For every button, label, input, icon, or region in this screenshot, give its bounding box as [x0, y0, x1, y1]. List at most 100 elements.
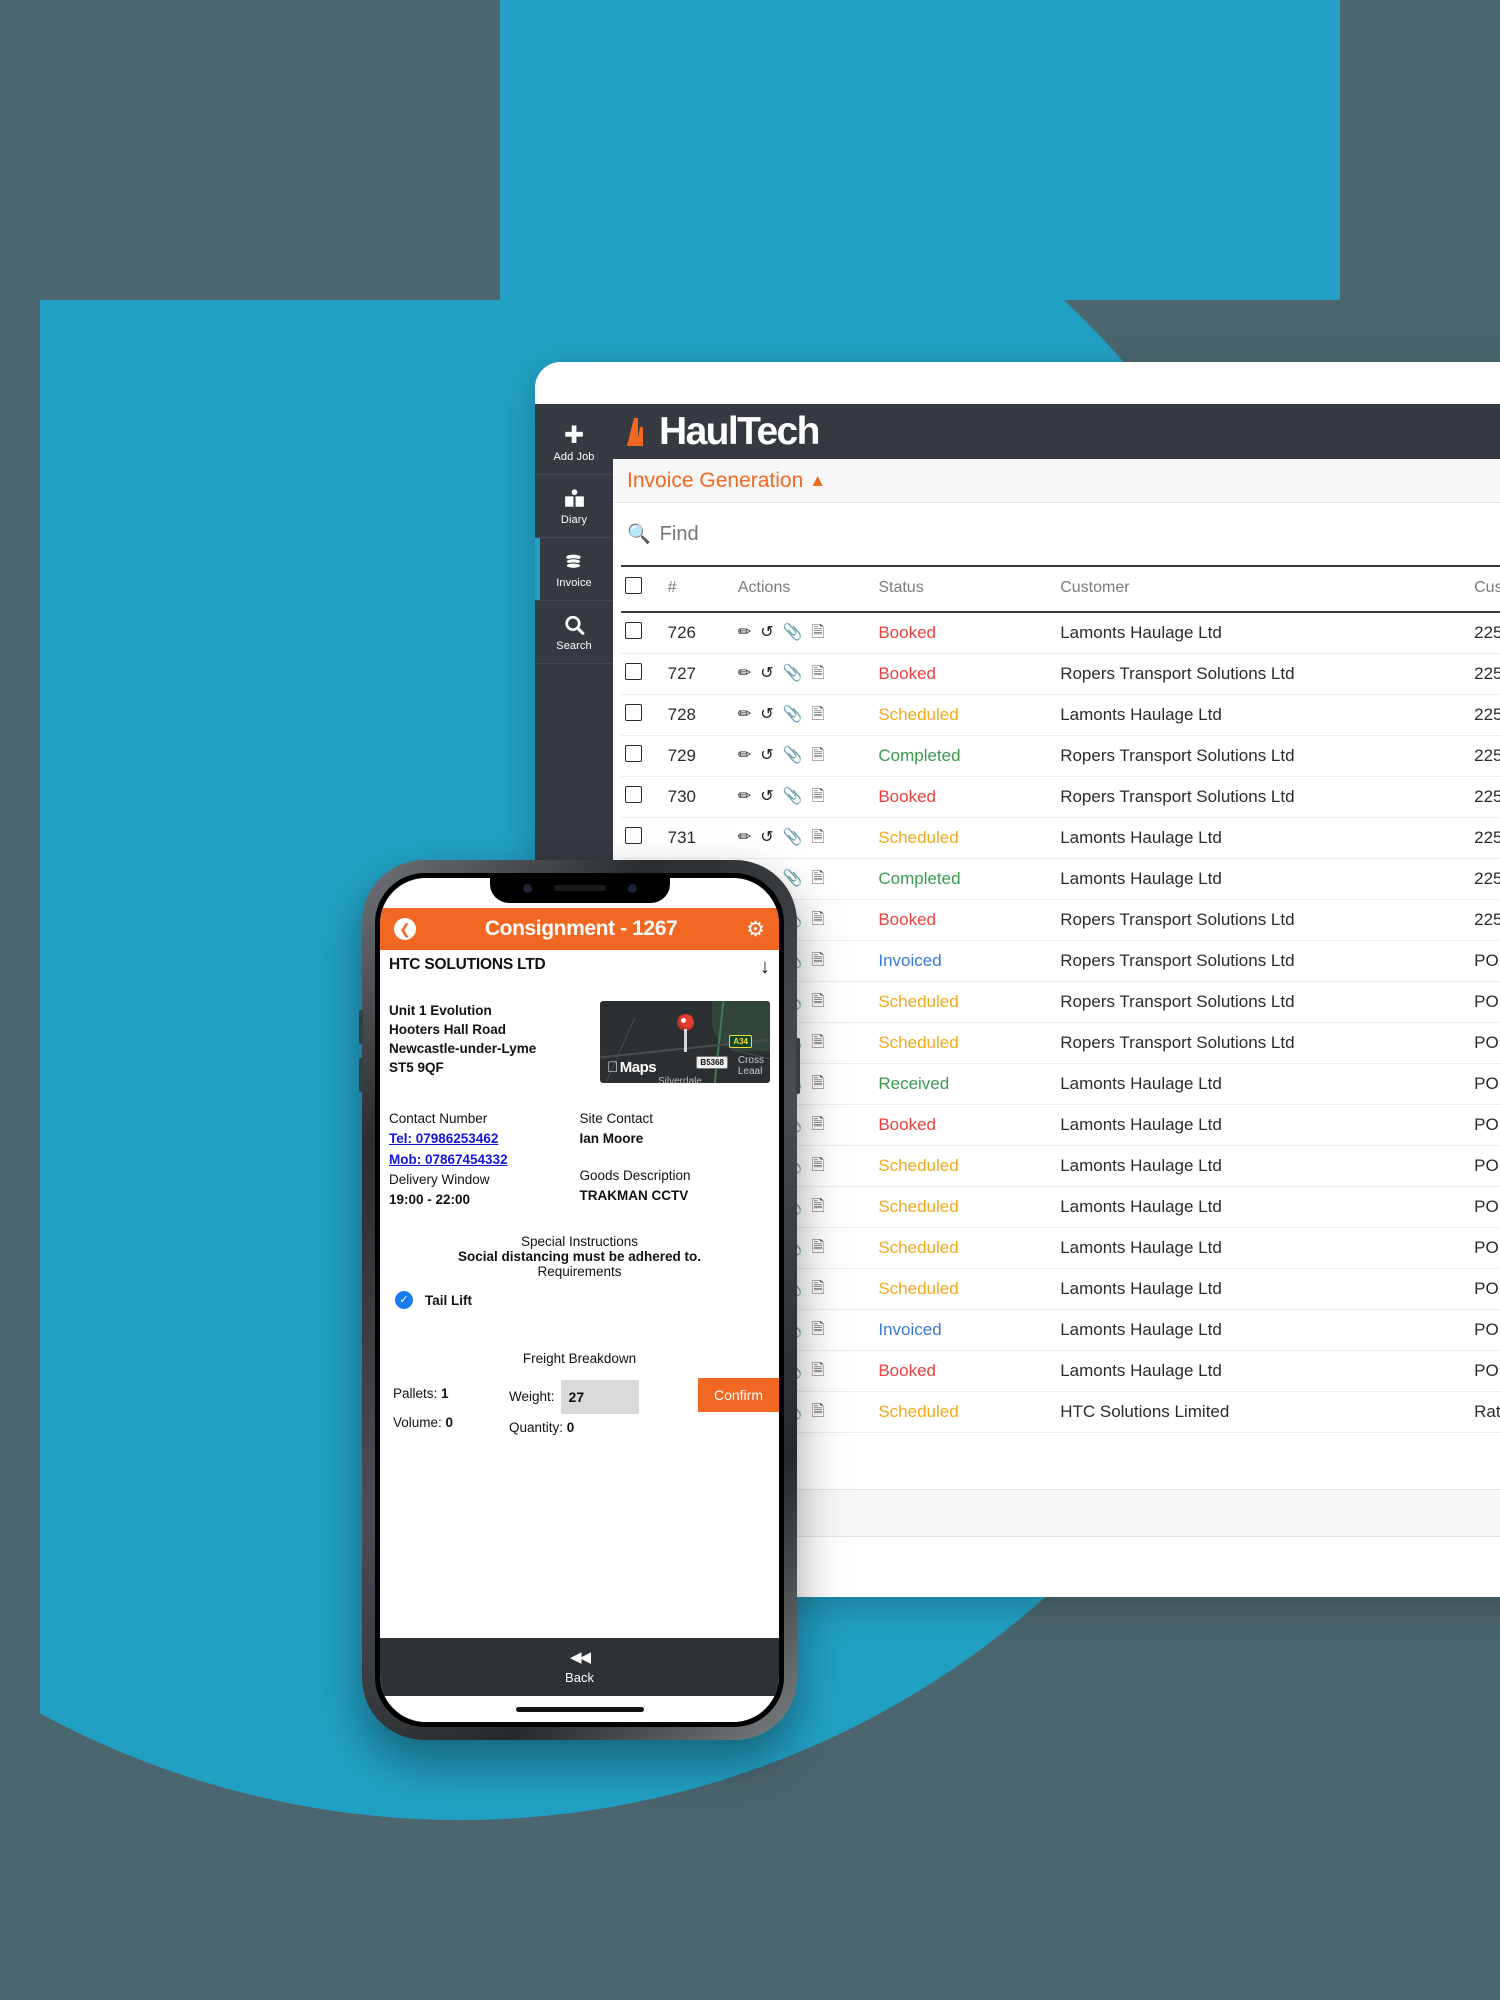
row-select-cell[interactable] [621, 817, 664, 859]
document-icon[interactable]: 🗎 [812, 1240, 825, 1256]
paperclip-icon[interactable]: 📎 [783, 789, 803, 805]
edit-pencil-icon[interactable]: ✏ [738, 789, 751, 805]
document-icon[interactable]: 🗎 [812, 994, 825, 1010]
row-select-cell[interactable] [621, 653, 664, 695]
row-actions[interactable]: ✏ ↺ 📎 🗎 [733, 694, 875, 736]
special-instructions-label: Special Instructions [520, 1234, 639, 1250]
document-icon[interactable]: 🗎 [812, 871, 825, 887]
col-select-all[interactable] [621, 565, 664, 613]
status-badge: Scheduled [874, 817, 1057, 859]
row-checkbox[interactable] [625, 622, 642, 639]
document-icon[interactable]: 🗎 [812, 1281, 825, 1297]
paperclip-icon[interactable]: 📎 [783, 748, 803, 764]
row-actions[interactable]: ✏ ↺ 📎 🗎 [733, 612, 875, 654]
sidebar-item-invoice[interactable]: Invoice [535, 538, 613, 601]
paperclip-icon[interactable]: 📎 [783, 666, 803, 682]
history-icon[interactable]: ↺ [760, 666, 773, 682]
table-row[interactable]: 730 ✏ ↺ 📎 🗎 Booked Ropers Transport Solutions … [621, 776, 1500, 818]
row-checkbox[interactable] [625, 745, 642, 762]
edit-pencil-icon[interactable]: ✏ [738, 748, 751, 764]
row-select-cell[interactable] [621, 776, 664, 818]
sidebar-item-diary[interactable]: Diary [535, 475, 613, 538]
location-map[interactable]: A34 B5368  Maps Silverdale Cross Leaal [600, 1001, 770, 1083]
mob-link[interactable]: Mob: 07867454332 [389, 1150, 580, 1170]
document-icon[interactable]: 🗎 [812, 912, 825, 928]
document-icon[interactable]: 🗎 [812, 830, 825, 846]
history-icon[interactable]: ↺ [760, 625, 773, 641]
document-icon[interactable]: 🗎 [812, 1363, 825, 1379]
phone-volume-down-button[interactable] [359, 1058, 363, 1092]
sidebar-item-add-job[interactable]: ✚ Add Job [535, 412, 613, 475]
document-icon[interactable]: 🗎 [812, 707, 825, 723]
document-icon[interactable]: 🗎 [812, 1076, 825, 1092]
row-select-cell[interactable] [621, 612, 664, 654]
edit-pencil-icon[interactable]: ✏ [738, 707, 751, 723]
col-actions[interactable]: Actions [733, 565, 875, 613]
row-select-cell[interactable] [621, 694, 664, 736]
col-customer[interactable]: Customer [1056, 565, 1471, 613]
history-icon[interactable]: ↺ [760, 830, 773, 846]
table-row[interactable]: 727 ✏ ↺ 📎 🗎 Booked Ropers Transport Solutions … [621, 653, 1500, 695]
edit-pencil-icon[interactable]: ✏ [738, 666, 751, 682]
row-checkbox[interactable] [625, 786, 642, 803]
quantity-label: Quantity: [509, 1420, 564, 1436]
row-actions[interactable]: ✏ ↺ 📎 🗎 [733, 735, 875, 777]
row-actions[interactable]: ✏ ↺ 📎 🗎 [733, 817, 875, 859]
history-icon[interactable]: ↺ [760, 707, 773, 723]
edit-pencil-icon[interactable]: ✏ [738, 830, 751, 846]
row-actions[interactable]: ✏ ↺ 📎 🗎 [733, 776, 875, 818]
document-icon[interactable]: 🗎 [812, 1158, 825, 1174]
phone-volume-up-button[interactable] [359, 1010, 363, 1044]
map-town-label-2: Cross Leaal [738, 1055, 764, 1077]
sidebar-item-search[interactable]: Search [535, 601, 613, 664]
home-indicator[interactable] [515, 1706, 644, 1712]
col-status[interactable]: Status [874, 565, 1057, 613]
coins-icon [565, 554, 581, 569]
edit-pencil-icon[interactable]: ✏ [738, 625, 751, 641]
table-row[interactable]: 729 ✏ ↺ 📎 🗎 Completed Ropers Transport Solutio… [621, 735, 1500, 777]
phone-bezel: ❮ Consignment - 1267 ⚙ HTC SOLUTIONS LTD… [375, 873, 784, 1727]
document-icon[interactable]: 🗎 [812, 1035, 825, 1051]
tel-link[interactable]: Tel: 07986253462 [389, 1129, 580, 1149]
gear-icon[interactable]: ⚙ [746, 917, 765, 942]
requirement-row[interactable]: ✓ Tail Lift [389, 1291, 770, 1310]
front-camera-icon [522, 883, 532, 893]
table-row[interactable]: 726✏ ↺ 📎 🗎 BookedLamonts Haulage Ltd225100 [621, 612, 1500, 654]
row-actions[interactable]: ✏ ↺ 📎 🗎 [733, 653, 875, 695]
paperclip-icon[interactable]: 📎 [783, 830, 803, 846]
table-row[interactable]: 728✏ ↺ 📎 🗎 ScheduledLamonts Haulage Ltd22510… [621, 694, 1500, 736]
history-icon[interactable]: ↺ [760, 789, 773, 805]
document-icon[interactable]: 🗎 [812, 748, 825, 764]
search-input[interactable] [659, 522, 960, 546]
document-icon[interactable]: 🗎 [812, 789, 825, 805]
down-arrow-icon[interactable]: ↓ [760, 956, 770, 979]
document-icon[interactable]: 🗎 [812, 953, 825, 969]
col-customer-ref[interactable]: Customer Ref [1470, 565, 1500, 613]
paperclip-icon[interactable]: 📎 [783, 707, 803, 723]
document-icon[interactable]: 🗎 [812, 666, 825, 682]
weight-input[interactable] [560, 1380, 639, 1415]
chevron-up-icon[interactable]: ▲ [809, 471, 826, 491]
phone-back-bar[interactable]: ◀◀ Back [380, 1638, 779, 1696]
row-checkbox[interactable] [625, 704, 642, 721]
row-checkbox[interactable] [625, 663, 642, 680]
document-icon[interactable]: 🗎 [812, 1117, 825, 1133]
status-badge: Scheduled [874, 1391, 1057, 1433]
col-number[interactable]: # [663, 565, 734, 613]
row-checkbox[interactable] [625, 827, 642, 844]
confirm-button[interactable]: Confirm [697, 1378, 779, 1413]
row-select-cell[interactable] [621, 735, 664, 777]
document-icon[interactable]: 🗎 [812, 1199, 825, 1215]
paperclip-icon[interactable]: 📎 [783, 625, 803, 641]
paperclip-icon[interactable]: 📎 [783, 871, 803, 887]
document-icon[interactable]: 🗎 [812, 1322, 825, 1338]
apple-maps-logo:  Maps [607, 1059, 657, 1076]
select-all-checkbox[interactable] [625, 577, 642, 594]
phone-power-button[interactable] [796, 1038, 800, 1094]
road-badge-b5368: B5368 [696, 1056, 728, 1069]
document-icon[interactable]: 🗎 [812, 1404, 825, 1420]
document-icon[interactable]: 🗎 [812, 625, 825, 641]
table-row[interactable]: 731✏ ↺ 📎 🗎 ScheduledLamonts Haulage Ltd22510… [621, 817, 1500, 859]
back-arrow-icon[interactable]: ❮ [394, 918, 416, 940]
history-icon[interactable]: ↺ [760, 748, 773, 764]
